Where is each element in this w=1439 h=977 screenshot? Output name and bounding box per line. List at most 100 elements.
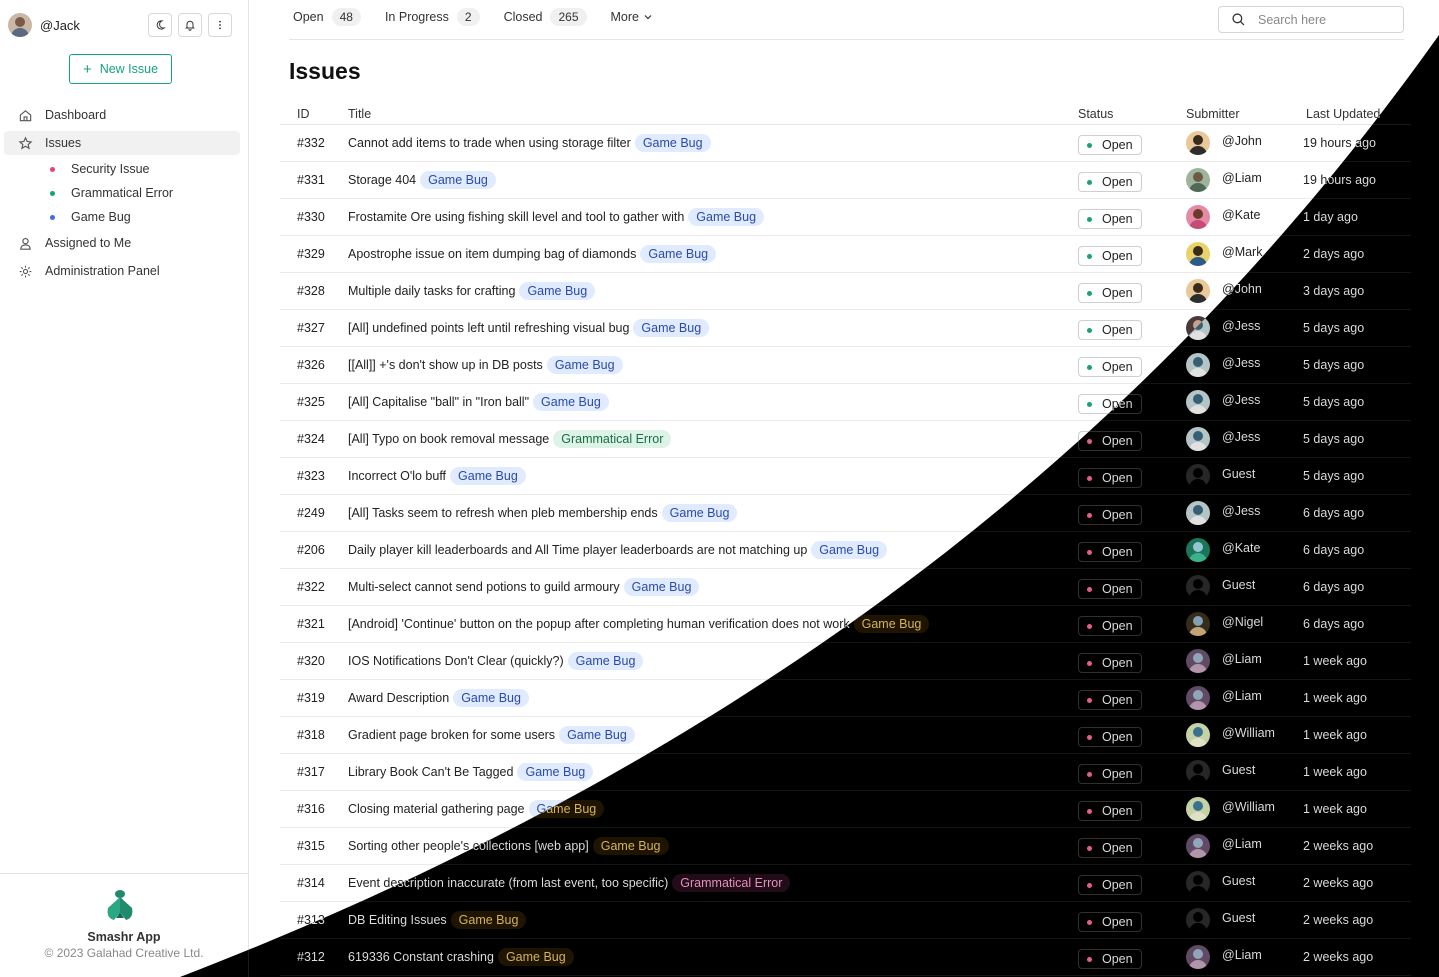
status-badge[interactable]: Open <box>1078 320 1142 340</box>
submitter-name[interactable]: Guest <box>1222 874 1255 888</box>
issue-title[interactable]: [[All]] +'s don't show up in DB posts <box>348 358 543 372</box>
table-row[interactable]: #325 [All] Capitalise "ball" in "Iron bal… <box>280 384 1411 421</box>
table-row[interactable]: #316 Closing material gathering page Game … <box>280 791 1411 828</box>
category-tag[interactable]: Game Bug <box>528 800 605 818</box>
table-row[interactable]: #331 Storage 404 Game Bug Open @Liam 19 hours… <box>280 162 1411 199</box>
issue-title[interactable]: Cannot add items to trade when using sto… <box>348 136 631 150</box>
submitter-name[interactable]: @John <box>1222 134 1262 148</box>
category-tag[interactable]: Game Bug <box>450 467 526 485</box>
avatar[interactable] <box>1186 131 1210 155</box>
status-badge[interactable]: Open <box>1078 949 1142 969</box>
category-tag[interactable]: Game Bug <box>450 911 527 929</box>
category-tag[interactable]: Game Bug <box>640 245 717 263</box>
issue-title[interactable]: Multiple daily tasks for crafting <box>348 284 515 298</box>
issue-title[interactable]: [All] Typo on book removal message <box>348 432 549 446</box>
tab-closed[interactable]: Closed 265 <box>504 8 587 26</box>
table-row[interactable]: #312 619336 Constant crashing Game Bug Open… <box>280 939 1411 976</box>
table-row[interactable]: #318 Gradient page broken for some users G… <box>280 717 1411 754</box>
status-badge[interactable]: Open <box>1078 246 1142 266</box>
tab-in-progress[interactable]: In Progress 2 <box>385 8 480 26</box>
new-issue-button[interactable]: + New Issue <box>69 54 172 84</box>
category-tag[interactable]: Game Bug <box>592 837 669 855</box>
status-badge[interactable]: Open <box>1078 801 1142 821</box>
issue-title[interactable]: IOS Notifications Don't Clear (quickly?) <box>348 654 564 668</box>
sidebar-item-dashboard[interactable]: Dashboard <box>4 103 240 127</box>
avatar[interactable] <box>1186 760 1210 784</box>
category-tag[interactable]: Game Bug <box>559 726 635 744</box>
category-tag[interactable]: Game Bug <box>420 171 496 189</box>
category-tag[interactable]: Game Bug <box>811 541 888 559</box>
table-row[interactable]: #330 Frostamite Ore using fishing skill l… <box>280 199 1411 236</box>
tab-open[interactable]: Open 48 <box>293 8 361 26</box>
status-badge[interactable]: Open <box>1078 394 1142 414</box>
table-row[interactable]: #328 Multiple daily tasks for crafting Gam… <box>280 273 1411 310</box>
sidebar-subitem-security-issue[interactable]: Security Issue <box>0 159 248 179</box>
issue-title[interactable]: DB Editing Issues <box>348 913 447 927</box>
notifications-button[interactable] <box>178 13 202 37</box>
submitter-name[interactable]: @Liam <box>1222 837 1262 851</box>
submitter-name[interactable]: @Kate <box>1222 541 1260 555</box>
avatar[interactable] <box>1186 205 1210 229</box>
submitter-name[interactable]: Guest <box>1222 911 1255 925</box>
avatar[interactable] <box>1186 723 1210 747</box>
avatar[interactable] <box>1186 501 1210 525</box>
submitter-name[interactable]: @John <box>1222 282 1262 296</box>
issue-title[interactable]: Event description inaccurate (from last … <box>348 876 668 890</box>
submitter-name[interactable]: @Liam <box>1222 689 1262 703</box>
column-header-id[interactable]: ID <box>280 107 348 121</box>
issue-title[interactable]: Library Book Can't Be Tagged <box>348 765 513 779</box>
table-row[interactable]: #313 DB Editing Issues Game Bug Open Guest 2 … <box>280 902 1411 939</box>
submitter-name[interactable]: @Jess <box>1222 319 1260 333</box>
category-tag[interactable]: Game Bug <box>634 134 711 152</box>
table-row[interactable]: #315 Sorting other people's collections [… <box>280 828 1411 865</box>
submitter-name[interactable]: Guest <box>1222 763 1255 777</box>
status-badge[interactable]: Open <box>1078 172 1142 192</box>
status-badge[interactable]: Open <box>1078 875 1142 895</box>
issue-title[interactable]: [Android] 'Continue' button on the popup… <box>348 617 850 631</box>
table-row[interactable]: #320 IOS Notifications Don't Clear (quick… <box>280 643 1411 680</box>
column-header-title[interactable]: Title <box>348 107 1078 121</box>
submitter-name[interactable]: @Liam <box>1222 948 1262 962</box>
status-badge[interactable]: Open <box>1078 542 1142 562</box>
submitter-name[interactable]: @Mark <box>1222 245 1262 259</box>
avatar[interactable] <box>8 13 32 37</box>
submitter-name[interactable]: @William <box>1222 800 1275 814</box>
table-row[interactable]: #319 Award Description Game Bug Open @Liam 1 … <box>280 680 1411 717</box>
submitter-name[interactable]: @Jess <box>1222 356 1260 370</box>
column-header-submitter[interactable]: Submitter <box>1186 107 1303 121</box>
category-tag[interactable]: Game Bug <box>661 504 738 522</box>
avatar[interactable] <box>1186 464 1210 488</box>
more-options-button[interactable] <box>208 13 232 37</box>
avatar[interactable] <box>1186 612 1210 636</box>
submitter-name[interactable]: Guest <box>1222 578 1255 592</box>
submitter-name[interactable]: @Jess <box>1222 504 1260 518</box>
submitter-name[interactable]: Guest <box>1222 467 1255 481</box>
sidebar-item-issues[interactable]: Issues <box>4 131 240 155</box>
table-row[interactable]: #321 [Android] 'Continue' button on the p… <box>280 606 1411 643</box>
column-header-status[interactable]: Status <box>1078 107 1186 121</box>
table-row[interactable]: #206 Daily player kill leaderboards and A… <box>280 532 1411 569</box>
issue-title[interactable]: [All] undefined points left until refres… <box>348 321 629 335</box>
issue-title[interactable]: [All] Tasks seem to refresh when pleb me… <box>348 506 658 520</box>
avatar[interactable] <box>1186 686 1210 710</box>
theme-toggle-button[interactable] <box>148 13 172 37</box>
status-badge[interactable]: Open <box>1078 209 1142 229</box>
status-badge[interactable]: Open <box>1078 616 1142 636</box>
category-tag[interactable]: Game Bug <box>853 615 930 633</box>
sidebar-subitem-game-bug[interactable]: Game Bug <box>0 207 248 227</box>
avatar[interactable] <box>1186 649 1210 673</box>
avatar[interactable] <box>1186 538 1210 562</box>
status-badge[interactable]: Open <box>1078 283 1142 303</box>
avatar[interactable] <box>1186 242 1210 266</box>
more-dropdown[interactable]: More <box>611 10 653 24</box>
avatar[interactable] <box>1186 390 1210 414</box>
category-tag[interactable]: Game Bug <box>546 356 623 374</box>
issue-title[interactable]: [All] Capitalise "ball" in "Iron ball" <box>348 395 529 409</box>
status-badge[interactable]: Open <box>1078 727 1142 747</box>
table-row[interactable]: #322 Multi-select cannot send potions to … <box>280 569 1411 606</box>
submitter-name[interactable]: @William <box>1222 726 1275 740</box>
status-badge[interactable]: Open <box>1078 431 1142 451</box>
issue-title[interactable]: Award Description <box>348 691 449 705</box>
category-tag[interactable]: Game Bug <box>497 948 574 966</box>
status-badge[interactable]: Open <box>1078 653 1142 673</box>
